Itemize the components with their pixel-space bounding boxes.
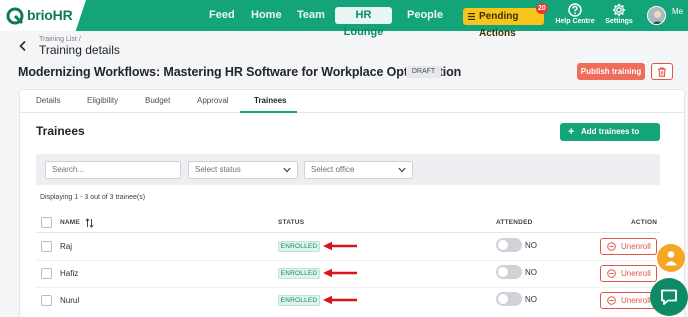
search-input[interactable]: Search...: [45, 161, 181, 179]
status-badge: ENROLLED: [278, 241, 320, 252]
trainee-name: Nurul: [60, 296, 80, 305]
pending-count-badge: 20: [536, 3, 548, 14]
status-select-value: Select status: [195, 165, 241, 174]
tab-details[interactable]: Details: [36, 96, 60, 105]
tab-approval[interactable]: Approval: [197, 96, 229, 105]
help-centre-label: Help Centre: [555, 18, 595, 25]
trainee-name: Hafiz: [60, 269, 79, 278]
pending-actions-label: Pending Actions: [479, 11, 519, 39]
tab-trainees[interactable]: Trainees: [254, 96, 286, 105]
nav-home[interactable]: Home: [251, 9, 282, 21]
help-centre-button[interactable]: Help Centre: [550, 3, 600, 25]
red-arrow-icon: [323, 268, 357, 278]
col-header-status: STATUS: [278, 219, 305, 226]
breadcrumb[interactable]: Training List /: [39, 36, 81, 43]
status-select[interactable]: Select status: [188, 161, 298, 179]
settings-label: Settings: [605, 18, 633, 25]
attended-value: NO: [525, 241, 537, 250]
row-checkbox[interactable]: [41, 295, 52, 306]
settings-button[interactable]: Settings: [594, 3, 644, 25]
chevron-down-icon: [398, 167, 406, 173]
add-trainees-button[interactable]: + Add trainees to enroll: [560, 123, 660, 154]
page-title: Training details: [39, 43, 120, 57]
delete-training-button[interactable]: [651, 63, 673, 80]
training-title: Modernizing Workflows: Mastering HR Soft…: [18, 65, 462, 79]
active-tab-indicator: [240, 111, 297, 113]
unenroll-button[interactable]: Unenroll: [600, 238, 657, 255]
brio-logo-icon: [6, 7, 24, 25]
attended-toggle[interactable]: [496, 238, 522, 252]
attended-value: NO: [525, 268, 537, 277]
select-all-checkbox[interactable]: [41, 217, 52, 228]
status-badge: ENROLLED: [278, 295, 320, 306]
tab-budget[interactable]: Budget: [145, 96, 170, 105]
unenroll-label: Unenroll: [621, 269, 651, 278]
brand-name: brioHR: [27, 7, 73, 23]
plus-icon: +: [568, 126, 575, 138]
minus-circle-icon: [607, 269, 616, 278]
user-menu-label[interactable]: Me: [672, 7, 683, 16]
publish-training-button[interactable]: Publish training: [577, 63, 645, 80]
office-select[interactable]: Select office: [304, 161, 413, 179]
gear-icon: [612, 3, 626, 17]
red-arrow-icon: [323, 241, 357, 251]
pending-actions-button[interactable]: Pending Actions: [463, 8, 544, 39]
trash-icon: [658, 67, 666, 77]
help-icon: [568, 3, 582, 17]
unenroll-button[interactable]: Unenroll: [600, 265, 657, 282]
attended-value: NO: [525, 295, 537, 304]
nav-feed[interactable]: Feed: [209, 9, 235, 21]
tab-bar: Details Eligibility Budget Approval Trai…: [19, 89, 685, 113]
unenroll-label: Unenroll: [621, 296, 651, 305]
top-navbar: brioHR Feed Home Team HR Lounge People P…: [0, 0, 688, 39]
chat-fab-button[interactable]: [650, 278, 688, 316]
chat-icon: [661, 289, 677, 305]
row-divider: [36, 287, 660, 288]
attended-toggle[interactable]: [496, 292, 522, 306]
office-select-value: Select office: [311, 165, 355, 174]
nav-hr-lounge[interactable]: HR Lounge: [335, 7, 392, 38]
section-title: Trainees: [36, 124, 85, 138]
minus-circle-icon: [607, 242, 616, 251]
col-header-name[interactable]: NAME: [60, 219, 80, 226]
trainee-name: Raj: [60, 242, 73, 251]
user-photo-icon: [648, 7, 665, 24]
avatar[interactable]: [647, 6, 666, 25]
row-checkbox[interactable]: [41, 241, 52, 252]
nav-people[interactable]: People: [407, 9, 443, 21]
status-badge: ENROLLED: [278, 268, 320, 279]
status-badge: DRAFT: [406, 66, 441, 78]
unenroll-button[interactable]: Unenroll: [600, 292, 657, 309]
col-header-attended: ATTENDED: [496, 219, 533, 226]
nav-team[interactable]: Team: [297, 9, 325, 21]
header-divider: [36, 232, 660, 233]
tab-eligibility[interactable]: Eligibility: [87, 96, 118, 105]
unenroll-label: Unenroll: [621, 242, 651, 251]
sort-icon[interactable]: [85, 218, 94, 228]
brand-logo[interactable]: brioHR: [0, 0, 86, 31]
lines-icon: [468, 13, 475, 20]
red-arrow-icon: [323, 295, 357, 305]
back-arrow-icon[interactable]: [17, 40, 29, 52]
result-count: Displaying 1 - 3 out of 3 trainee(s): [40, 194, 146, 201]
profile-fab-button[interactable]: [657, 244, 685, 272]
minus-circle-icon: [607, 296, 616, 305]
col-header-action: ACTION: [631, 219, 658, 226]
attended-toggle[interactable]: [496, 265, 522, 279]
chevron-down-icon: [283, 167, 291, 173]
row-checkbox[interactable]: [41, 268, 52, 279]
person-icon: [665, 251, 677, 266]
row-divider: [36, 260, 660, 261]
